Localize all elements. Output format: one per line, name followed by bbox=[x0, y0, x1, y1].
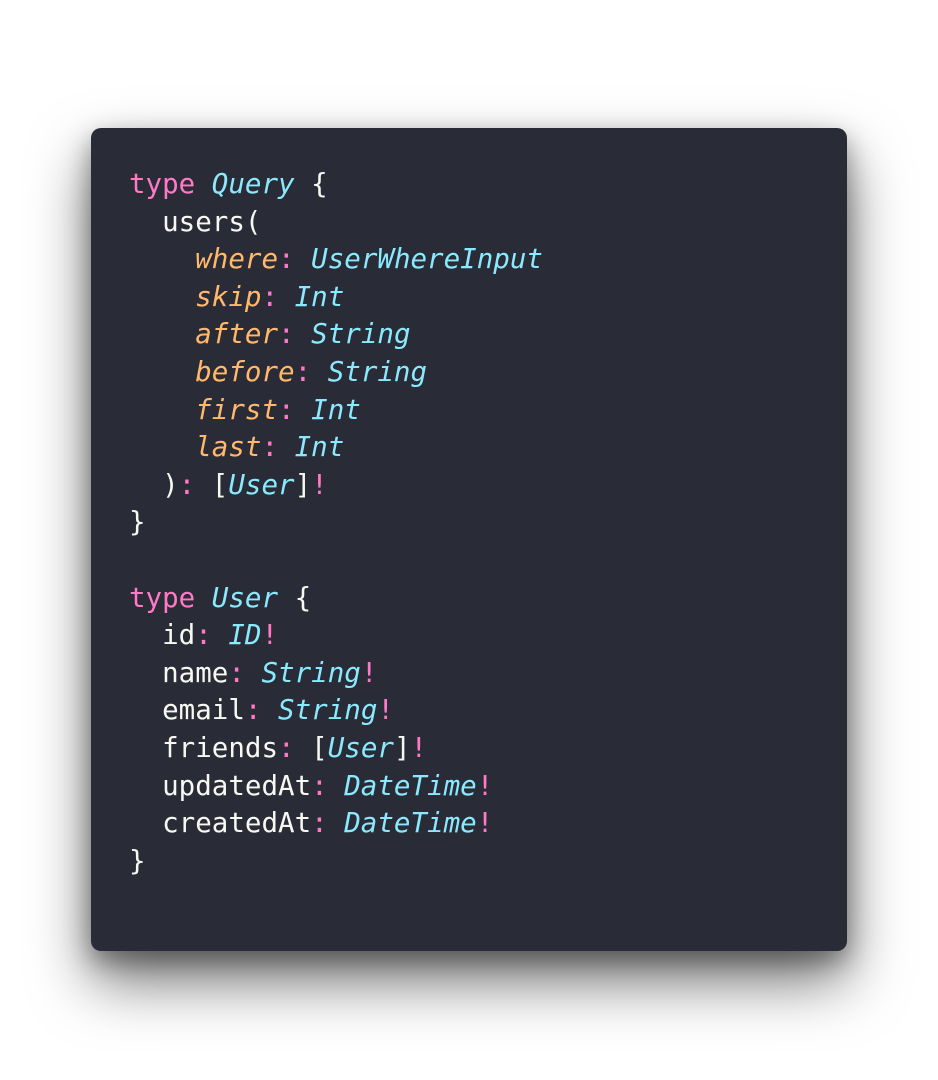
code-token: ! bbox=[377, 694, 394, 727]
code-line: updatedAt: DateTime! bbox=[129, 768, 543, 806]
code-token: { bbox=[278, 581, 312, 614]
code-token: : bbox=[311, 769, 328, 802]
code-token: ! bbox=[410, 731, 428, 764]
code-token: : bbox=[244, 694, 262, 727]
code-token: String bbox=[311, 318, 411, 351]
code-line: type User { bbox=[129, 580, 543, 618]
code-token: } bbox=[129, 506, 146, 539]
code-token: Int bbox=[294, 431, 345, 464]
code-token: ! bbox=[476, 807, 494, 840]
code-token: [ bbox=[294, 731, 328, 764]
code-token: : bbox=[195, 619, 212, 652]
code-token: : bbox=[261, 280, 279, 313]
code-token: type bbox=[129, 581, 196, 614]
code-line: name: String! bbox=[129, 655, 543, 693]
code-token: : bbox=[178, 468, 196, 501]
code-token: friends bbox=[129, 731, 279, 764]
code-token: Int bbox=[294, 280, 345, 313]
code-line: id: ID! bbox=[129, 617, 543, 655]
code-token: users( bbox=[129, 205, 262, 238]
code-line: after: String bbox=[129, 316, 543, 354]
code-token: String bbox=[327, 355, 428, 388]
code-line: first: Int bbox=[129, 392, 543, 430]
code-token: ! bbox=[360, 656, 378, 689]
code-token: ! bbox=[476, 769, 494, 802]
code-line: } bbox=[129, 504, 543, 542]
code-line: last: Int bbox=[129, 429, 543, 467]
code-token: UserWhereInput bbox=[311, 243, 543, 276]
code-token: : bbox=[311, 807, 328, 840]
code-token: ] bbox=[294, 468, 312, 501]
code-line: type Query { bbox=[129, 166, 543, 204]
code-token: User bbox=[211, 581, 279, 614]
code-token: Query bbox=[211, 168, 295, 200]
code-token: ID bbox=[228, 619, 262, 652]
code-token: last bbox=[195, 431, 262, 464]
code-line: users( bbox=[129, 204, 543, 242]
code-token: : bbox=[278, 393, 295, 426]
code-line: email: String! bbox=[129, 692, 543, 730]
code-token: : bbox=[261, 431, 279, 464]
code-token: : bbox=[228, 656, 245, 689]
code-token: ) bbox=[129, 468, 179, 501]
code-line: before: String bbox=[129, 354, 543, 392]
code-token: skip bbox=[195, 280, 262, 313]
code-token: id bbox=[129, 619, 196, 652]
code-token: : bbox=[294, 355, 312, 388]
code-line: createdAt: DateTime! bbox=[129, 805, 543, 843]
code-line: skip: Int bbox=[129, 279, 543, 317]
code-token: String bbox=[278, 694, 378, 727]
code-line: } bbox=[129, 843, 543, 881]
code-token: updatedAt bbox=[129, 769, 312, 802]
code-token: createdAt bbox=[129, 807, 312, 840]
code-snippet-card: type Query { users( where: UserWhereInpu… bbox=[91, 128, 847, 951]
code-token: String bbox=[261, 656, 361, 689]
code-token: ! bbox=[261, 619, 279, 652]
code-line: friends: [User]! bbox=[129, 730, 543, 768]
code-block: type Query { users( where: UserWhereInpu… bbox=[129, 166, 543, 880]
code-token: Int bbox=[311, 393, 361, 426]
code-token: ! bbox=[311, 468, 328, 501]
code-token: User bbox=[327, 731, 394, 764]
code-line: where: UserWhereInput bbox=[129, 241, 543, 279]
code-token: email bbox=[129, 694, 245, 727]
code-token: DateTime bbox=[344, 769, 477, 802]
code-token: ] bbox=[393, 731, 411, 764]
code-token: : bbox=[278, 243, 295, 276]
code-token: name bbox=[129, 656, 229, 689]
code-token: where bbox=[195, 243, 279, 276]
code-token: [ bbox=[195, 468, 229, 501]
code-token: type bbox=[129, 168, 196, 200]
code-token: DateTime bbox=[344, 807, 477, 840]
code-token: after bbox=[195, 318, 279, 351]
code-token: : bbox=[278, 318, 295, 351]
code-token: : bbox=[278, 731, 295, 764]
code-token: before bbox=[195, 355, 295, 388]
code-token: first bbox=[195, 393, 279, 426]
code-line: ): [User]! bbox=[129, 467, 543, 505]
code-token: } bbox=[129, 844, 146, 877]
code-token: { bbox=[294, 168, 328, 200]
code-token: User bbox=[228, 468, 295, 501]
